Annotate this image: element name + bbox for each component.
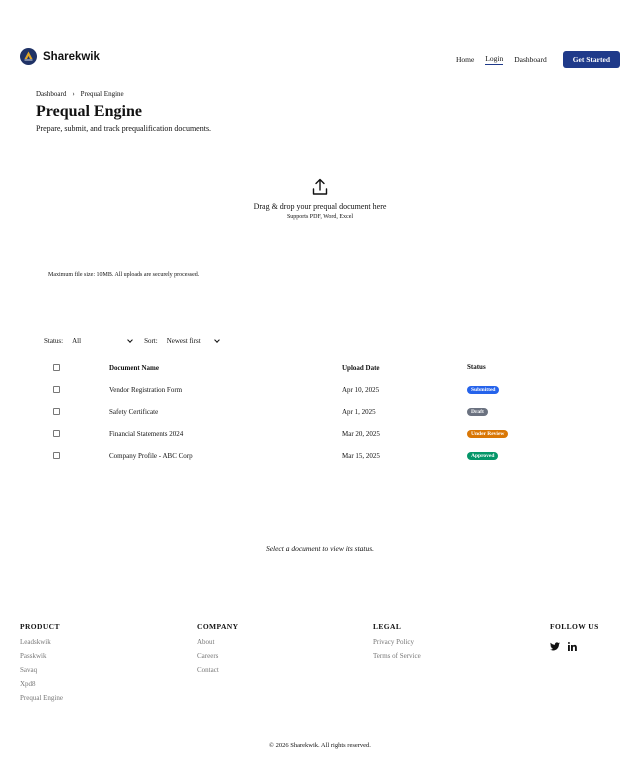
nav-dashboard-link[interactable]: Dashboard <box>514 55 547 64</box>
documents-table: Document Name Upload Date Status Vendor … <box>44 358 596 468</box>
status-badge: Draft <box>467 408 488 416</box>
breadcrumb: Dashboard › Prequal Engine <box>36 90 124 98</box>
document-name: Safety Certificate <box>109 408 159 416</box>
upload-date: Apr 10, 2025 <box>342 386 380 394</box>
nav-login-link[interactable]: Login <box>485 54 504 65</box>
footer-heading: PRODUCT <box>20 622 60 631</box>
upload-prompt: Drag & drop your prequal document here <box>253 202 387 211</box>
get-started-button[interactable]: Get Started <box>562 51 620 68</box>
upload-icon <box>312 178 328 195</box>
footer-link[interactable]: Careers <box>197 652 238 661</box>
footer-link[interactable]: Prequal Engine <box>20 694 63 703</box>
footer-legal-column: LEGAL Privacy Policy Terms of Service <box>373 622 421 666</box>
status-hint: Select a document to view its status. <box>265 544 375 553</box>
breadcrumb-separator: › <box>72 90 75 98</box>
row-checkbox[interactable] <box>53 408 60 415</box>
row-checkbox[interactable] <box>53 386 60 393</box>
breadcrumb-current: Prequal Engine <box>80 90 124 98</box>
upload-dropzone[interactable]: Drag & drop your prequal document here S… <box>40 170 600 240</box>
document-name: Company Profile - ABC Corp <box>109 452 193 460</box>
column-header-status: Status <box>467 363 486 371</box>
chevron-down-icon <box>127 337 133 343</box>
upload-date: Mar 20, 2025 <box>342 430 380 438</box>
footer-link[interactable]: Passkwik <box>20 652 63 661</box>
status-badge: Under Review <box>467 430 509 438</box>
table-row[interactable]: Safety Certificate Apr 1, 2025 Draft <box>44 402 596 424</box>
footer-heading: LEGAL <box>373 622 402 631</box>
status-badge: Submitted <box>467 386 500 394</box>
footer-link[interactable]: Privacy Policy <box>373 638 421 647</box>
filter-bar: Status: All Sort: Newest first <box>44 337 220 345</box>
logo-icon <box>20 48 37 65</box>
nav-home-link[interactable]: Home <box>456 55 474 64</box>
table-header-row: Document Name Upload Date Status <box>44 358 596 380</box>
upload-date: Mar 15, 2025 <box>342 452 380 460</box>
page-subtitle: Prepare, submit, and track prequalificat… <box>36 124 212 133</box>
column-header-name: Document Name <box>109 364 159 372</box>
site-header: Sharekwik Home Login Dashboard Get Start… <box>20 48 620 70</box>
sort-value: Newest first <box>166 337 201 345</box>
footer-link[interactable]: About <box>197 638 238 647</box>
footer-link[interactable]: Savaq <box>20 666 63 675</box>
brand-name: Sharekwik <box>43 50 100 63</box>
breadcrumb-dashboard-link[interactable]: Dashboard <box>36 90 66 98</box>
upload-formats: Supports PDF, Word, Excel <box>286 214 354 220</box>
chevron-down-icon <box>213 337 220 343</box>
document-name: Vendor Registration Form <box>109 386 183 394</box>
linkedin-icon[interactable] <box>568 638 577 656</box>
upload-note: Maximum file size: 10MB. All uploads are… <box>48 272 200 278</box>
twitter-icon[interactable] <box>550 638 560 656</box>
status-badge: Approved <box>467 452 499 460</box>
status-filter-select[interactable]: All <box>72 337 133 345</box>
status-filter-value: All <box>72 337 82 345</box>
row-checkbox[interactable] <box>53 430 60 437</box>
table-row[interactable]: Financial Statements 2024 Mar 20, 2025 U… <box>44 424 596 446</box>
footer-link[interactable]: Leadskwik <box>20 638 63 647</box>
table-row[interactable]: Company Profile - ABC Corp Mar 15, 2025 … <box>44 446 596 468</box>
copyright: © 2026 Sharekwik. All rights reserved. <box>269 742 371 749</box>
status-filter-label: Status: <box>44 337 64 345</box>
footer-link[interactable]: Contact <box>197 666 238 675</box>
page-title: Prequal Engine <box>36 103 142 120</box>
social-links <box>550 638 599 656</box>
select-all-checkbox[interactable] <box>53 364 60 371</box>
footer-company-column: COMPANY About Careers Contact <box>197 622 238 680</box>
sort-label: Sort: <box>144 337 158 345</box>
document-name: Financial Statements 2024 <box>109 430 184 438</box>
footer-product-column: PRODUCT Leadskwik Passkwik Savaq Xpd8 Pr… <box>20 622 63 708</box>
footer-link[interactable]: Terms of Service <box>373 652 421 661</box>
footer-social-column: FOLLOW US <box>550 622 599 656</box>
brand[interactable]: Sharekwik <box>20 48 100 65</box>
upload-date: Apr 1, 2025 <box>342 408 376 416</box>
row-checkbox[interactable] <box>53 452 60 459</box>
column-header-date: Upload Date <box>342 364 380 372</box>
footer-heading: COMPANY <box>197 622 239 631</box>
footer-link[interactable]: Xpd8 <box>20 680 63 689</box>
footer-heading: FOLLOW US <box>550 622 599 631</box>
top-nav: Home Login Dashboard Get Started <box>445 51 620 68</box>
sort-select[interactable]: Newest first <box>166 337 220 345</box>
table-row[interactable]: Vendor Registration Form Apr 10, 2025 Su… <box>44 380 596 402</box>
